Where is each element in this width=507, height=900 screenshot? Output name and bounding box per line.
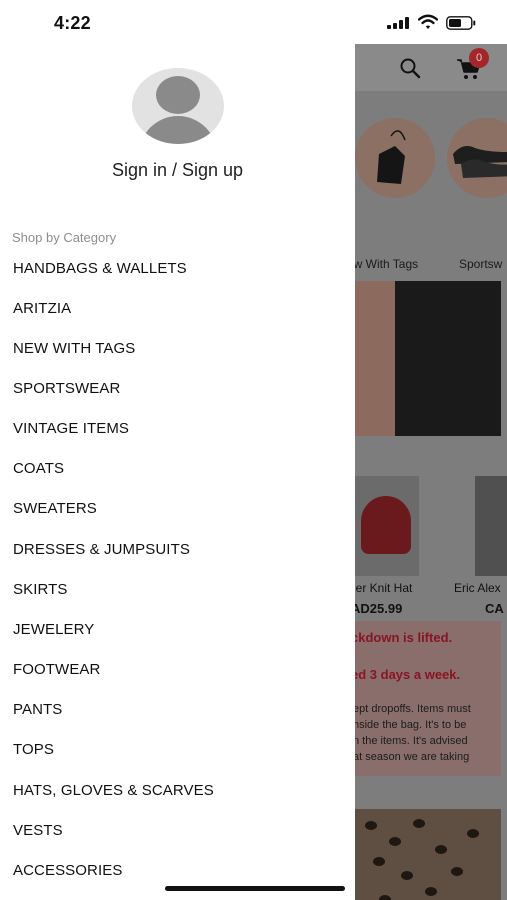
category-label: SPORTSWEAR [13,380,121,397]
product-image[interactable] [355,476,419,576]
category-item-hats-gloves-scarves[interactable]: HATS, GLOVES & SCARVES [0,771,355,811]
category-item-accessories[interactable]: ACCESSORIES [0,851,355,891]
user-avatar-icon[interactable] [132,68,224,144]
notice-heading: ed 3 days a week. [355,667,461,682]
category-item-footwear[interactable]: FOOTWEAR [0,650,355,690]
category-item-aritzia[interactable]: ARITZIA [0,289,355,329]
category-label: Sportsw [459,257,503,271]
background-app[interactable]: 0 ew With Tags Sportsw ier Knit Hat Eric… [355,44,507,900]
signal-icon [387,17,411,29]
category-item-skirts[interactable]: SKIRTS [0,570,355,610]
category-item-sportswear[interactable]: SPORTSWEAR [0,369,355,409]
cart-count-badge: 0 [469,48,489,68]
category-item-new-with-tags[interactable]: NEW WITH TAGS [0,329,355,369]
category-label: NEW WITH TAGS [13,340,136,357]
section-title: Shop by Category [12,230,117,245]
notice-line: ept dropoffs. Items must [355,703,471,715]
notice-line: at season we are taking [355,751,470,763]
notice-heading: ckdown is lifted. [355,630,453,645]
category-item-sweaters[interactable]: SWEATERS [0,489,355,529]
wifi-icon [418,14,438,29]
category-item-vests[interactable]: VESTS [0,811,355,851]
category-item-pants[interactable]: PANTS [0,690,355,730]
battery-icon [446,16,476,30]
navigation-drawer: Sign in / Sign up Shop by Category HANDB… [0,44,355,900]
category-label: SKIRTS [13,581,68,598]
tag-icon [377,130,406,184]
leopard-coat-image[interactable] [355,809,501,900]
product-name: ier Knit Hat [355,581,413,595]
category-label: JEWELERY [13,621,95,638]
category-label: ew With Tags [355,257,419,271]
category-label: TOPS [13,741,54,758]
category-label: VESTS [13,822,63,839]
category-item-dresses-jumpsuits[interactable]: DRESSES & JUMPSUITS [0,530,355,570]
category-label: ARITZIA [13,300,72,317]
sneakers-icon [453,146,507,178]
category-label: HATS, GLOVES & SCARVES [13,782,214,799]
product-price: CA [485,601,504,616]
home-indicator[interactable] [165,886,345,891]
search-icon[interactable] [399,57,421,79]
category-label: VINTAGE ITEMS [13,420,130,437]
category-item-handbags-wallets[interactable]: HANDBAGS & WALLETS [0,249,355,289]
category-label: PANTS [13,701,63,718]
product-name: Eric Alex [454,581,501,595]
knit-hat-image [361,496,411,554]
category-label: DRESSES & JUMPSUITS [13,541,190,558]
sign-in-link[interactable]: Sign in / Sign up [0,160,355,181]
category-label: HANDBAGS & WALLETS [13,260,187,277]
product-image[interactable] [475,476,507,576]
category-item-coats[interactable]: COATS [0,449,355,489]
category-item-tops[interactable]: TOPS [0,730,355,770]
category-item-vintage-items[interactable]: VINTAGE ITEMS [0,409,355,449]
coat-image [395,281,501,436]
product-price: AD25.99 [355,601,403,616]
category-item-jewelery[interactable]: JEWELERY [0,610,355,650]
category-label: ACCESSORIES [13,862,123,879]
home-content: ew With Tags Sportsw ier Knit Hat Eric A… [355,91,507,900]
app-header: 0 [355,44,507,91]
category-label: SWEATERS [13,500,97,517]
category-label: FOOTWEAR [13,661,101,678]
store-notice: ckdown is lifted. ed 3 days a week. ept … [355,621,501,776]
status-bar: 4:22 [0,0,507,44]
status-time: 4:22 [54,13,91,33]
notice-line: n the items. It's advised [355,735,468,747]
category-label: COATS [13,460,65,477]
notice-line: nside the bag. It's to be [355,719,467,731]
category-circle-sportswear[interactable] [447,118,507,198]
promo-banner-image[interactable] [355,281,501,436]
category-circle-new-with-tags[interactable] [355,118,435,198]
